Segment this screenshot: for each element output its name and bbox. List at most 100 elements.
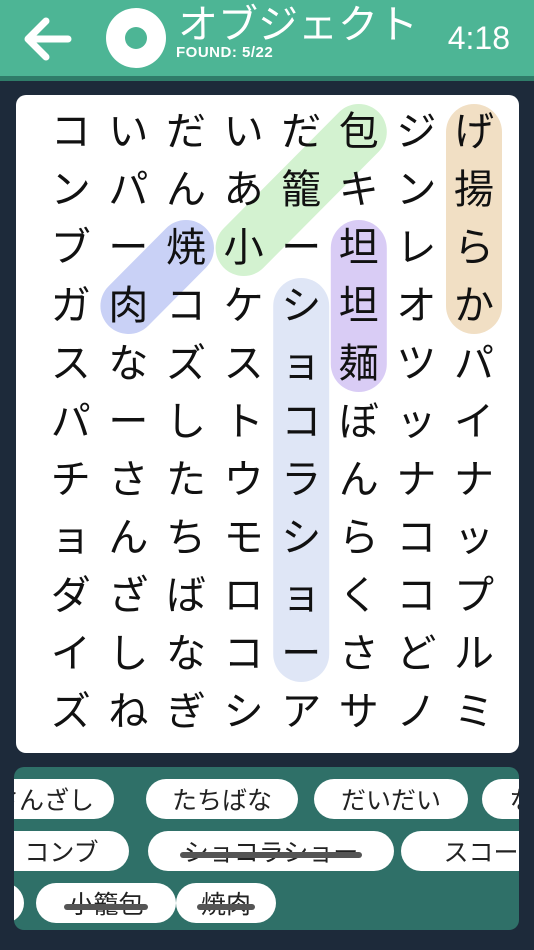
grid-cell[interactable]: ロ (215, 567, 272, 625)
grid-cell[interactable]: ツ (388, 335, 445, 393)
grid-cell[interactable]: パ (446, 335, 503, 393)
grid-cell[interactable]: ナ (388, 451, 445, 509)
grid-cell[interactable]: コ (388, 567, 445, 625)
grid-cell[interactable]: ズ (158, 335, 215, 393)
grid-cell[interactable]: さ (330, 625, 387, 683)
grid-cell[interactable]: ラ (273, 451, 330, 509)
grid-cell[interactable]: 小 (215, 219, 272, 277)
grid-cell[interactable]: ト (215, 393, 272, 451)
grid-cell[interactable]: ん (330, 451, 387, 509)
grid-cell[interactable]: 包 (330, 103, 387, 161)
word-chip: ショコラショー (148, 831, 394, 871)
grid-cell[interactable]: ガ (42, 277, 99, 335)
grid-cell[interactable]: ー (273, 625, 330, 683)
grid-cell[interactable]: か (446, 277, 503, 335)
grid-cell[interactable]: ー (100, 219, 157, 277)
grid-cell[interactable]: レ (388, 219, 445, 277)
grid-cell[interactable]: 肉 (100, 277, 157, 335)
grid-cell[interactable]: ア (273, 683, 330, 741)
back-button[interactable] (20, 14, 74, 64)
grid-cell[interactable]: コ (215, 625, 272, 683)
grid-cell[interactable]: モ (215, 509, 272, 567)
grid-cell[interactable]: な (158, 625, 215, 683)
grid-cell[interactable]: ぼ (330, 393, 387, 451)
grid-cell[interactable]: ル (446, 625, 503, 683)
grid-cell[interactable]: ブ (42, 219, 99, 277)
grid-cell[interactable]: プ (446, 567, 503, 625)
grid-cell[interactable]: し (100, 625, 157, 683)
grid-cell[interactable]: ョ (42, 509, 99, 567)
grid-cell[interactable]: ね (100, 683, 157, 741)
letter-grid[interactable]: コいだいだ包ジげンパんあ籠キン揚ブー焼小ー坦レらガ肉コケシ坦オかスなズスョ麺ツパ… (16, 95, 519, 753)
grid-cell[interactable]: ん (158, 161, 215, 219)
grid-cell[interactable]: ョ (273, 567, 330, 625)
word-chip (14, 883, 24, 923)
back-arrow-icon (24, 17, 72, 61)
grid-cell[interactable]: ざ (100, 567, 157, 625)
grid-cell[interactable]: い (100, 103, 157, 161)
grid-cell[interactable]: な (100, 335, 157, 393)
grid-cell[interactable]: だ (158, 103, 215, 161)
grid-cell[interactable]: ち (158, 509, 215, 567)
grid-cell[interactable]: ノ (388, 683, 445, 741)
grid-cell[interactable]: し (158, 393, 215, 451)
grid-cell[interactable]: ス (42, 335, 99, 393)
grid-cell[interactable]: サ (330, 683, 387, 741)
grid-cell[interactable]: ョ (273, 335, 330, 393)
grid-cell[interactable]: 焼 (158, 219, 215, 277)
grid-cell[interactable]: だ (273, 103, 330, 161)
grid-cell[interactable]: イ (446, 393, 503, 451)
grid-cell[interactable]: た (158, 451, 215, 509)
grid-cell[interactable]: ダ (42, 567, 99, 625)
word-label: コンブ (24, 838, 99, 867)
grid-cell[interactable]: パ (100, 161, 157, 219)
grid-cell[interactable]: く (330, 567, 387, 625)
grid-cell[interactable]: ン (388, 161, 445, 219)
grid-cell[interactable]: ズ (42, 683, 99, 741)
grid-cell[interactable]: ン (42, 161, 99, 219)
grid-cell[interactable]: ら (446, 219, 503, 277)
word-label: だいだい (340, 786, 441, 815)
word-label: 焼肉 (196, 885, 256, 921)
grid-cell[interactable]: 坦 (330, 277, 387, 335)
grid-cell[interactable]: 揚 (446, 161, 503, 219)
grid-cell[interactable]: ん (100, 509, 157, 567)
grid-cell[interactable]: コ (388, 509, 445, 567)
grid-cell[interactable]: ら (330, 509, 387, 567)
grid-cell[interactable]: 坦 (330, 219, 387, 277)
grid-cell[interactable]: コ (158, 277, 215, 335)
grid-cell[interactable]: ば (158, 567, 215, 625)
grid-cell[interactable]: ウ (215, 451, 272, 509)
grid-cell[interactable]: キ (330, 161, 387, 219)
word-label: ショコラショー (179, 833, 362, 869)
grid-cell[interactable]: パ (42, 393, 99, 451)
grid-cell[interactable]: ナ (446, 451, 503, 509)
grid-cell[interactable]: ど (388, 625, 445, 683)
puzzle-board[interactable]: コいだいだ包ジげンパんあ籠キン揚ブー焼小ー坦レらガ肉コケシ坦オかスなズスョ麺ツパ… (16, 95, 519, 753)
grid-cell[interactable]: イ (42, 625, 99, 683)
grid-cell[interactable]: ッ (446, 509, 503, 567)
grid-cell[interactable]: シ (215, 683, 272, 741)
grid-cell[interactable]: ミ (446, 683, 503, 741)
grid-cell[interactable]: ケ (215, 277, 272, 335)
grid-cell[interactable]: オ (388, 277, 445, 335)
grid-cell[interactable]: ー (273, 219, 330, 277)
grid-cell[interactable]: ス (215, 335, 272, 393)
grid-cell[interactable]: さ (100, 451, 157, 509)
word-label: 小籠包 (64, 885, 148, 921)
grid-cell[interactable]: シ (273, 509, 330, 567)
grid-cell[interactable]: あ (215, 161, 272, 219)
grid-cell[interactable]: ッ (388, 393, 445, 451)
word-label: な (509, 781, 519, 817)
grid-cell[interactable]: ジ (388, 103, 445, 161)
grid-cell[interactable]: コ (42, 103, 99, 161)
grid-cell[interactable]: シ (273, 277, 330, 335)
grid-cell[interactable]: げ (446, 103, 503, 161)
grid-cell[interactable]: チ (42, 451, 99, 509)
grid-cell[interactable]: ぎ (158, 683, 215, 741)
grid-cell[interactable]: ー (100, 393, 157, 451)
grid-cell[interactable]: 麺 (330, 335, 387, 393)
grid-cell[interactable]: い (215, 103, 272, 161)
grid-cell[interactable]: コ (273, 393, 330, 451)
grid-cell[interactable]: 籠 (273, 161, 330, 219)
